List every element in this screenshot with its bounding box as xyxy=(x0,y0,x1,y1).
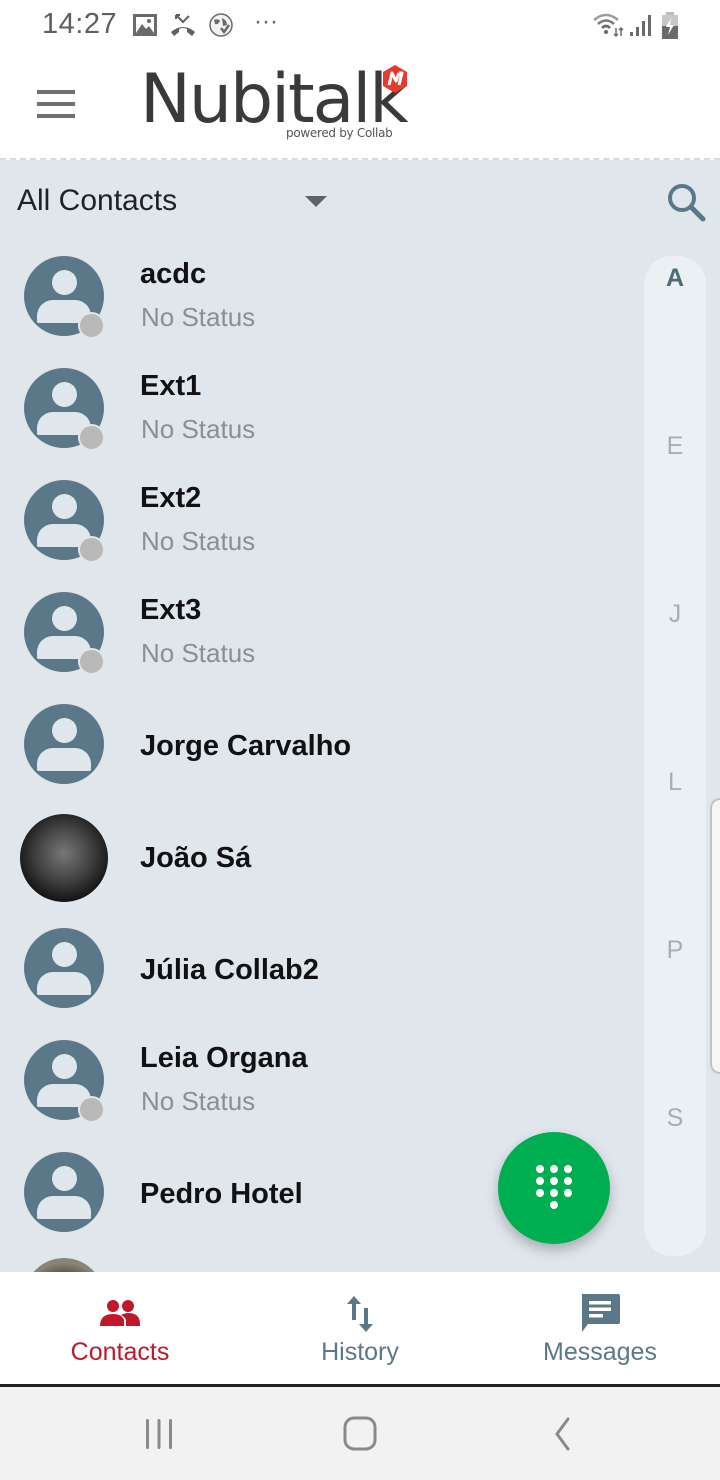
default-avatar-icon xyxy=(24,704,104,784)
index-letter-p[interactable]: P xyxy=(644,936,706,965)
home-button[interactable] xyxy=(335,1411,385,1457)
contact-status: No Status xyxy=(141,638,256,668)
contact-name: Leia Organa xyxy=(140,1042,308,1074)
status-bar: 14:27 ··· xyxy=(0,0,720,52)
recents-button[interactable] xyxy=(134,1411,184,1457)
dropdown-caret-icon[interactable] xyxy=(305,196,327,207)
presence-indicator xyxy=(78,1096,105,1123)
hamburger-icon-line xyxy=(37,114,75,118)
partial-contact-avatar[interactable] xyxy=(24,1258,104,1272)
contacts-filter-dropdown[interactable]: All Contacts xyxy=(17,184,177,218)
index-letter-j[interactable]: J xyxy=(644,600,706,629)
presence-indicator xyxy=(78,312,105,339)
index-letter-l[interactable]: L xyxy=(644,768,706,797)
avatar-head xyxy=(52,606,77,631)
gallery-icon xyxy=(133,14,157,36)
contact-row[interactable]: Ext3 No Status xyxy=(0,580,640,692)
alphabet-index[interactable]: A E J L P S xyxy=(644,256,706,1256)
contact-name: acdc xyxy=(140,258,207,290)
hamburger-icon-line xyxy=(37,102,75,106)
contact-name: João Sá xyxy=(140,842,252,874)
contacts-icon xyxy=(100,1300,140,1326)
default-avatar-icon xyxy=(24,928,104,1008)
app-bar: Nubitalk powered by Collab xyxy=(0,52,720,160)
contact-name: Ext3 xyxy=(140,594,202,626)
contact-status: No Status xyxy=(141,1086,256,1116)
vpn-globe-icon xyxy=(209,13,233,37)
battery-charging-icon xyxy=(662,12,678,39)
tab-contacts[interactable]: Contacts xyxy=(0,1272,240,1384)
tab-history-label: History xyxy=(321,1338,399,1366)
contact-row[interactable]: Jorge Carvalho xyxy=(0,692,640,804)
wifi-icon xyxy=(593,13,624,38)
contact-name: Jorge Carvalho xyxy=(140,730,352,762)
contact-name: Ext2 xyxy=(140,482,202,514)
contact-photo-avatar xyxy=(20,814,108,902)
app-logo: Nubitalk powered by Collab xyxy=(140,62,420,144)
contact-row[interactable]: Ext2 No Status xyxy=(0,468,640,580)
contact-row[interactable]: João Sá xyxy=(0,804,640,916)
tab-messages-label: Messages xyxy=(543,1338,657,1366)
contact-status: No Status xyxy=(141,302,256,332)
contact-list: acdc No Status Ext1 No Status Ext2 No Status E… xyxy=(0,244,640,1252)
bottom-navigation: Contacts History Messages xyxy=(0,1272,720,1384)
presence-indicator xyxy=(78,424,105,451)
history-arrows-icon xyxy=(347,1296,373,1332)
contact-row[interactable]: Ext1 No Status xyxy=(0,356,640,468)
tab-messages[interactable]: Messages xyxy=(480,1272,720,1384)
more-dots-icon: ··· xyxy=(254,8,278,35)
avatar-head xyxy=(52,942,77,967)
system-navigation-bar xyxy=(0,1387,720,1480)
avatar-head xyxy=(52,382,77,407)
dialpad-button[interactable] xyxy=(498,1132,610,1244)
logo-badge-icon xyxy=(383,65,407,93)
index-letter-a[interactable]: A xyxy=(644,264,706,293)
signal-icon xyxy=(630,15,651,36)
avatar-head xyxy=(52,718,77,743)
contact-row[interactable]: Leia Organa No Status xyxy=(0,1028,640,1140)
menu-button[interactable] xyxy=(37,90,75,118)
filter-row: All Contacts xyxy=(0,160,720,246)
dialpad-icon xyxy=(536,1165,572,1209)
back-button[interactable] xyxy=(538,1411,588,1457)
avatar-head xyxy=(52,1166,77,1191)
avatar-head xyxy=(52,270,77,295)
index-letter-s[interactable]: S xyxy=(644,1104,706,1133)
avatar-body xyxy=(37,972,91,995)
contact-row[interactable]: acdc No Status xyxy=(0,244,640,356)
edge-panel-handle[interactable] xyxy=(710,798,720,1074)
status-time: 14:27 xyxy=(42,8,118,40)
messages-icon xyxy=(582,1294,620,1332)
contacts-content: All Contacts acdc No Status Ext1 No Status E… xyxy=(0,160,720,1272)
avatar-body xyxy=(37,1196,91,1219)
missed-call-icon xyxy=(171,14,195,36)
avatar-head xyxy=(52,494,77,519)
presence-indicator xyxy=(78,648,105,675)
search-icon[interactable] xyxy=(664,180,708,224)
tab-history[interactable]: History xyxy=(240,1272,480,1384)
contact-name: Pedro Hotel xyxy=(140,1178,303,1210)
hamburger-icon xyxy=(37,90,75,94)
index-letter-e[interactable]: E xyxy=(644,432,706,461)
contact-row[interactable]: Júlia Collab2 xyxy=(0,916,640,1028)
contact-name: Júlia Collab2 xyxy=(140,954,319,986)
contact-status: No Status xyxy=(141,414,256,444)
tab-contacts-label: Contacts xyxy=(70,1338,170,1366)
avatar-head xyxy=(52,1054,77,1079)
contact-status: No Status xyxy=(141,526,256,556)
default-avatar-icon xyxy=(24,1152,104,1232)
avatar-body xyxy=(37,748,91,771)
logo-subtitle: powered by Collab xyxy=(286,126,393,140)
presence-indicator xyxy=(78,536,105,563)
contact-name: Ext1 xyxy=(140,370,202,402)
